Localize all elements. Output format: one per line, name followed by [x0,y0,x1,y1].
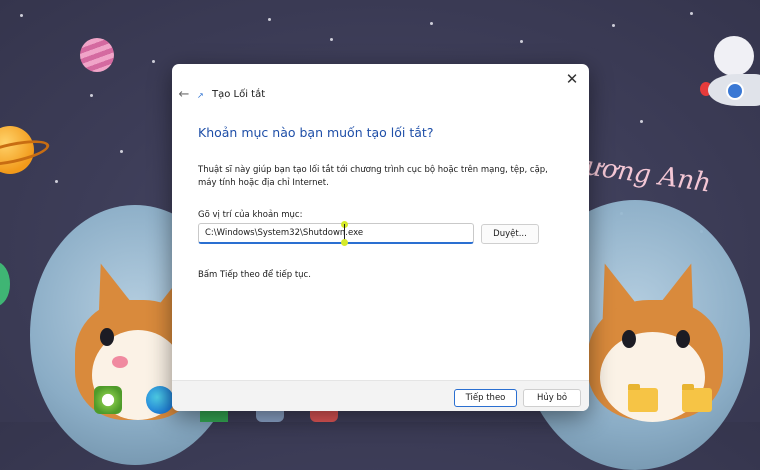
star [430,22,433,25]
astronaut-icon [714,36,754,76]
next-button[interactable]: Tiếp theo [454,389,517,407]
star [20,14,23,17]
dog-cheek [112,356,128,368]
star [330,38,333,41]
star [152,60,155,63]
shortcut-arrow-icon: ↗ [197,91,204,100]
star [55,180,58,183]
dialog-heading: Khoản mục nào bạn muốn tạo lối tắt? [198,125,434,140]
dialog-title: Tạo Lối tắt [212,89,266,100]
dialog-footer: Tiếp theo Hủy bỏ [172,380,589,411]
folder-icon[interactable] [628,384,658,412]
browse-button[interactable]: Duyệt... [481,224,539,244]
cursor-dot-bottom [341,239,348,246]
location-input[interactable] [198,223,474,244]
pink-planet [80,38,114,72]
cancel-button[interactable]: Hủy bỏ [523,389,581,407]
text-cursor-highlight [341,221,348,246]
coccoc-icon[interactable] [94,386,122,414]
back-button[interactable]: ← [176,87,192,103]
green-planet [0,262,10,306]
create-shortcut-dialog: ✕ ← ↗ Tạo Lối tắt Khoản mục nào bạn muốn… [172,64,589,411]
dog-eye [100,328,114,346]
star [268,18,271,21]
close-button[interactable]: ✕ [561,68,583,90]
star [90,94,93,97]
star [612,24,615,27]
dog-eye [622,330,636,348]
star [640,120,643,123]
location-field-label: Gõ vị trí của khoản mục: [198,210,303,220]
star [520,40,523,43]
dialog-description: Thuật sĩ này giúp bạn tạo lối tắt tới ch… [198,165,548,188]
continue-hint: Bấm Tiếp theo để tiếp tục. [198,270,311,280]
star [690,12,693,15]
star [120,150,123,153]
wallpaper-script-text: ương Anh [583,151,713,199]
dog-eye [676,330,690,348]
rocket-window [726,82,744,100]
edge-icon[interactable] [146,386,174,414]
folder-icon[interactable] [682,384,712,412]
